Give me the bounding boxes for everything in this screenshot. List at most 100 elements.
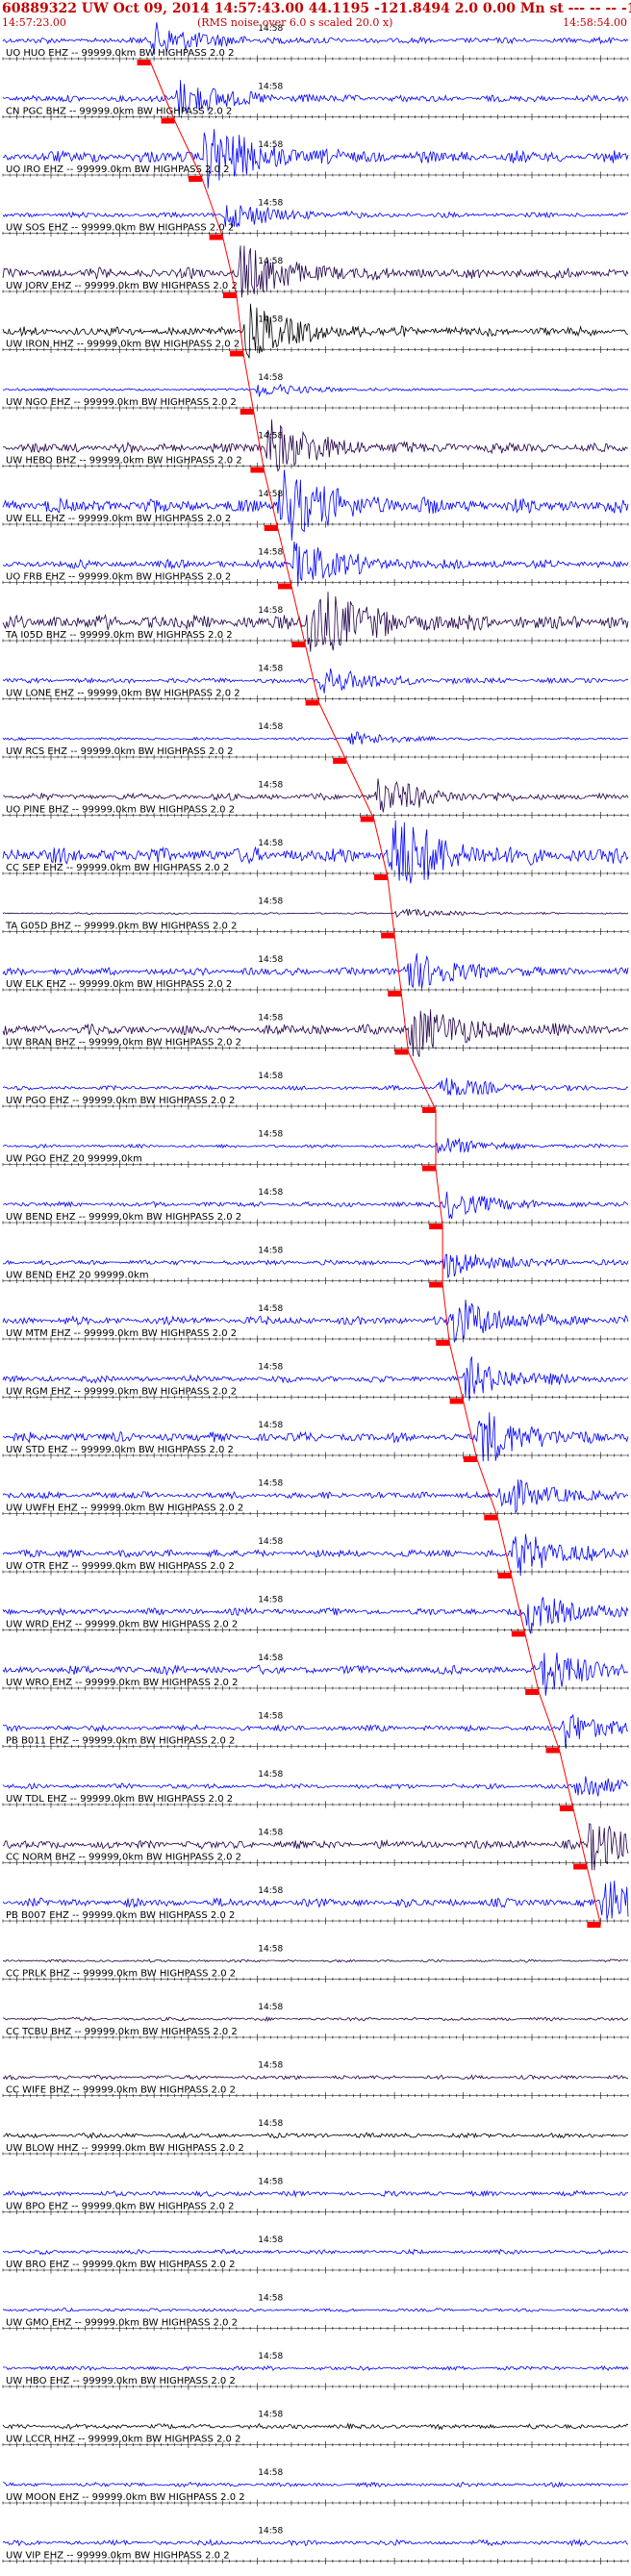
trace-label: CC NORM BHZ -- 99999.0km BW HIGHPASS 2.0…: [6, 1853, 241, 1863]
trace-label: UO FRB EHZ -- 99999.0km BW HIGHPASS 2.0 …: [6, 572, 231, 583]
tick-time-label: 14:58: [258, 665, 283, 674]
trace-label: UW BEND EHZ -- 99999.0km BW HIGHPASS 2.0…: [6, 1212, 241, 1223]
trace-label: PB B007 EHZ -- 99999.0km BW HIGHPASS 2.0…: [6, 1910, 235, 1921]
trace-waveform: [2, 1009, 629, 1057]
pick-marker: [189, 176, 203, 182]
moveout-line: [572, 1807, 588, 1867]
pick-marker: [511, 1630, 525, 1637]
tick-time-label: 14:58: [258, 2294, 283, 2304]
moveout-line: [242, 353, 255, 413]
pick-marker: [305, 699, 319, 706]
trace-waveform: [2, 2074, 628, 2081]
trace-label: UW HBO EHZ -- 99999.0km BW HIGHPASS 2.0 …: [6, 2376, 236, 2387]
trace-label: TA I05D BHZ -- 99999.0km BW HIGHPASS 2.0…: [5, 630, 233, 641]
pick-marker: [240, 409, 254, 415]
trace-label: TA G05D BHZ -- 99999.0km BW HIGHPASS 2.0…: [5, 922, 237, 932]
pick-marker: [209, 234, 223, 240]
trace-label: UW HEBO BHZ -- 99999.0km BW HIGHPASS 2.0…: [6, 456, 242, 467]
trace-label: CC PRLK BHZ -- 99999.0km BW HIGHPASS 2.0…: [6, 1969, 236, 1980]
trace-label: UW BEND EHZ 20 99999.0km: [6, 1271, 149, 1281]
moveout-line: [442, 1284, 450, 1344]
trace-waveform: [2, 2422, 629, 2431]
tick-time-label: 14:58: [258, 955, 283, 965]
pick-marker: [525, 1689, 540, 1695]
tick-time-label: 14:58: [258, 1654, 283, 1663]
trace-label: UW JORV EHZ -- 99999.0km BW HIGHPASS 2.0…: [6, 281, 238, 291]
moveout-line: [511, 1575, 526, 1634]
trace-waveform: [2, 303, 628, 359]
tick-time-label: 14:58: [258, 1363, 283, 1373]
trace-label: UW BRO EHZ -- 99999.0km BW HIGHPASS 2.0 …: [6, 2260, 235, 2270]
tick-time-label: 14:58: [258, 839, 283, 848]
pick-marker: [137, 60, 151, 65]
tick-time-label: 14:58: [258, 2003, 283, 2012]
tick-time-label: 14:58: [258, 722, 283, 732]
trace-waveform: [2, 2132, 629, 2139]
trace-waveform: [2, 383, 629, 397]
pick-marker: [497, 1573, 512, 1578]
trace-waveform: [2, 2307, 629, 2312]
trace-label: UW ELK EHZ -- 99999.0km BW HIGHPASS 2.0 …: [6, 979, 232, 990]
pick-marker: [394, 1048, 409, 1055]
trace-label: UW WRD EHZ -- 99999.0km BW HIGHPASS 2.0 …: [6, 1620, 238, 1630]
moveout-line: [524, 1633, 540, 1693]
trace-label: PB B011 EHZ -- 99999.0km BW HIGHPASS 2.0…: [6, 1736, 235, 1747]
trace-label: UW PGO EHZ 20 99999.0km: [6, 1154, 142, 1165]
tick-time-label: 14:58: [258, 2411, 283, 2420]
pick-marker: [161, 117, 175, 124]
pick-marker: [422, 1165, 436, 1172]
pick-marker: [230, 350, 243, 357]
tick-time-label: 14:58: [258, 2178, 283, 2187]
tick-time-label: 14:58: [258, 24, 283, 34]
pick-marker: [559, 1806, 573, 1811]
tick-time-label: 14:58: [258, 1188, 283, 1198]
moveout-line: [290, 586, 306, 645]
moveout-line: [400, 993, 409, 1052]
trace-waveform: [2, 592, 629, 652]
pick-marker: [429, 1224, 443, 1229]
trace-waveform: [2, 2364, 629, 2372]
trace-label: UO HUO EHZ -- 99999.0km BW HIGHPASS 2.0 …: [6, 48, 234, 59]
moveout-line: [387, 876, 395, 936]
tick-time-label: 14:58: [258, 1072, 283, 1081]
tick-time-label: 14:58: [258, 2468, 283, 2478]
trace-waveform: [2, 820, 629, 884]
pick-marker: [449, 1398, 464, 1404]
moveout-line: [407, 1051, 437, 1111]
tick-time-label: 14:58: [258, 373, 283, 383]
trace-label: UW ELL EHZ -- 99999.0km BW HIGHPASS 2.0 …: [6, 514, 231, 524]
trace-waveform: [2, 2538, 629, 2547]
trace-waveform: [2, 1823, 629, 1871]
trace-waveform: [2, 2189, 629, 2198]
trace-label: UW MTM EHZ -- 99999.0km BW HIGHPASS 2.0 …: [6, 1328, 237, 1339]
trace-label: UW NGO EHZ -- 99999.0km BW HIGHPASS 2.0 …: [6, 397, 237, 408]
trace-label: UW IRON HHZ -- 99999.0km BW HIGHPASS 2.0…: [6, 340, 240, 350]
pick-marker: [484, 1514, 498, 1521]
tick-time-label: 14:58: [258, 548, 283, 558]
tick-time-label: 14:58: [258, 1945, 283, 1955]
pick-marker: [436, 1340, 450, 1346]
tick-time-label: 14:58: [258, 2119, 283, 2129]
moveout-line: [345, 760, 375, 820]
moveout-line: [476, 1458, 498, 1518]
tick-time-label: 14:58: [258, 140, 283, 150]
trace-label: UW PGO EHZ -- 99999.0km BW HIGHPASS 2.0 …: [6, 1096, 235, 1106]
trace-label: CC WIFE BHZ -- 99999.0km BW HIGHPASS 2.0…: [6, 2085, 236, 2096]
pick-marker: [463, 1456, 477, 1462]
trace-label: CC TCBU BHZ -- 99999.0km BW HIGHPASS 2.0…: [6, 2027, 238, 2037]
trace-label: UW LONE EHZ -- 99999.0km BW HIGHPASS 2.0…: [6, 689, 240, 699]
pick-marker: [250, 467, 265, 473]
tick-time-label: 14:58: [258, 83, 283, 92]
moveout-line: [586, 1866, 601, 1926]
trace-waveform: [2, 1137, 629, 1153]
tick-time-label: 14:58: [258, 257, 283, 266]
moveout-line: [496, 1517, 513, 1577]
tick-time-label: 14:58: [258, 2061, 283, 2071]
trace-waveform: [2, 128, 629, 189]
moveout-line: [463, 1401, 478, 1460]
tick-time-label: 14:58: [258, 1829, 283, 1838]
pick-marker: [381, 932, 395, 939]
pick-marker: [587, 1922, 601, 1928]
tick-time-label: 14:58: [258, 199, 283, 209]
pick-marker: [374, 874, 388, 880]
